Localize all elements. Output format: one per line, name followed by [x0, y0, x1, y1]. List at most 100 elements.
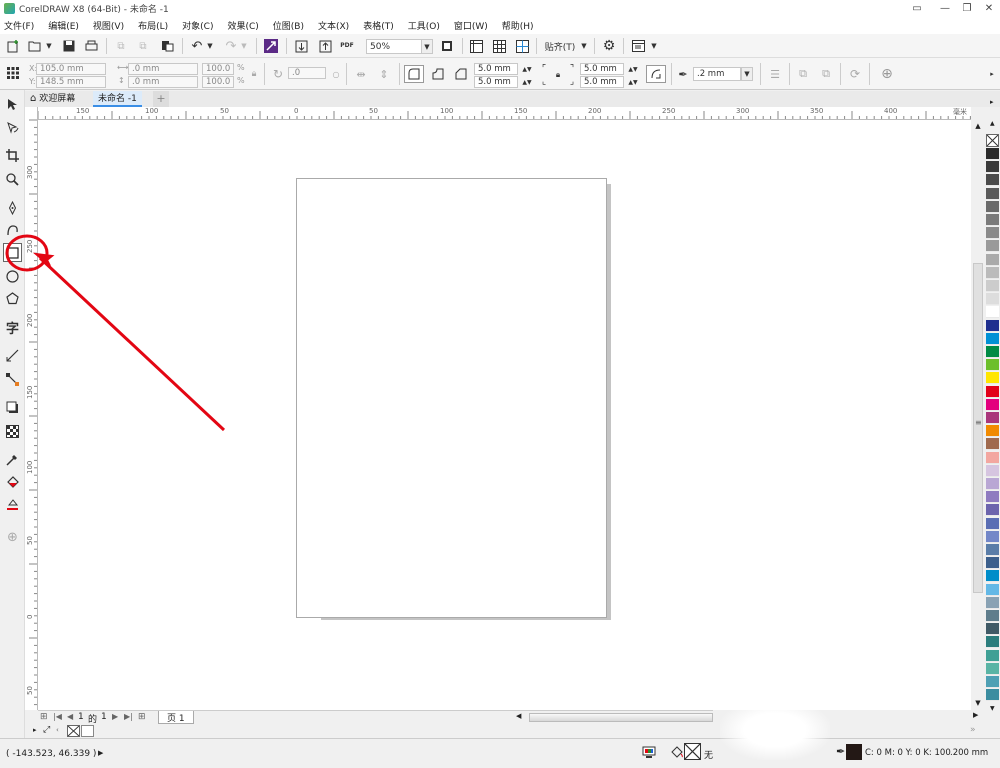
palette-swatch[interactable]	[986, 596, 999, 609]
menu-text[interactable]: 文本(X)	[318, 19, 349, 32]
minimize-button[interactable]: —	[934, 0, 956, 17]
height-field[interactable]: .0 mm	[128, 76, 198, 88]
menu-help[interactable]: 帮助(H)	[502, 19, 534, 32]
no-color-swatch[interactable]	[986, 134, 999, 147]
first-page-icon[interactable]: |◀	[53, 712, 62, 721]
zoom-level-field[interactable]: 50%	[366, 39, 422, 54]
menu-tools[interactable]: 工具(O)	[408, 19, 440, 32]
palette-swatch[interactable]	[986, 464, 999, 477]
page-1-tab[interactable]: 页 1	[158, 711, 194, 724]
artistic-media-tool-icon[interactable]	[3, 221, 22, 240]
options-gear-icon[interactable]: ⚙	[600, 37, 618, 55]
previous-page-icon[interactable]: ◀	[67, 712, 73, 721]
palette-swatch[interactable]	[986, 332, 999, 345]
palette-expand-icon[interactable]: ▸	[990, 98, 994, 106]
palette-swatch[interactable]	[986, 649, 999, 662]
palette-swatch[interactable]	[986, 187, 999, 200]
horizontal-scrollbar[interactable]: ◀	[513, 710, 713, 724]
palette-swatch[interactable]	[986, 253, 999, 266]
palette-swatch[interactable]	[986, 676, 999, 688]
palette-swatch[interactable]	[986, 570, 999, 583]
last-page-icon[interactable]: ▶|	[124, 712, 133, 721]
show-rulers-icon[interactable]	[467, 37, 485, 55]
doc-palette-menu-icon[interactable]: ▸	[33, 726, 37, 734]
text-tool-icon[interactable]: 字	[3, 318, 22, 337]
import-icon[interactable]	[292, 37, 310, 55]
relative-corner-scaling-icon[interactable]	[646, 65, 666, 83]
palette-swatch[interactable]	[986, 610, 999, 622]
palette-swatch[interactable]	[986, 319, 999, 332]
scroll-up-icon[interactable]: ▲	[973, 122, 983, 132]
application-launcher-icon[interactable]	[629, 37, 647, 55]
cut-icon[interactable]: ⧉	[112, 37, 130, 55]
corner-bl-spinner-icon[interactable]: ▲▼	[518, 76, 536, 88]
doc-palette-scroll-icon[interactable]: ‹	[56, 726, 59, 734]
undo-icon[interactable]: ↶	[188, 37, 206, 55]
palette-swatch[interactable]	[986, 491, 999, 504]
scale-x-field[interactable]: 100.0	[202, 63, 234, 75]
chamfer-corner-icon[interactable]	[451, 65, 471, 83]
mirror-vertical-icon[interactable]: ⇕	[375, 65, 393, 83]
palette-swatch[interactable]	[986, 504, 999, 517]
new-document-icon[interactable]	[4, 37, 22, 55]
to-front-icon[interactable]: ⧉	[794, 65, 812, 83]
lock-ratio-icon[interactable]: 🔒︎	[248, 65, 260, 83]
corner-top-left-field[interactable]: 5.0 mm	[474, 63, 518, 75]
palette-swatch[interactable]	[986, 583, 999, 596]
add-quick-customize-icon[interactable]: ⊕	[878, 65, 896, 83]
palette-swatch[interactable]	[986, 425, 999, 438]
scroll-right-icon[interactable]: ▶	[973, 711, 978, 719]
palette-swatch[interactable]	[986, 306, 999, 319]
tab-untitled-document[interactable]: 未命名 -1	[93, 91, 142, 107]
drop-shadow-tool-icon[interactable]	[3, 398, 22, 417]
corner-tl-spinner-icon[interactable]: ▲▼	[518, 63, 536, 75]
menu-effects[interactable]: 效果(C)	[227, 19, 258, 32]
palette-swatch[interactable]	[986, 372, 999, 385]
palette-swatch[interactable]	[986, 227, 999, 240]
menu-table[interactable]: 表格(T)	[363, 19, 394, 32]
snap-dropdown-icon[interactable]: ▼	[579, 37, 589, 55]
palette-swatch[interactable]	[986, 280, 999, 292]
object-origin-icon[interactable]	[4, 64, 22, 82]
palette-swatch[interactable]	[986, 148, 999, 160]
doc-palette-white-swatch[interactable]	[81, 725, 94, 737]
zoom-dropdown-icon[interactable]: ▼	[421, 39, 433, 54]
publish-pdf-icon[interactable]: PDF	[338, 36, 356, 54]
undo-dropdown-icon[interactable]: ▼	[205, 37, 215, 55]
crop-tool-icon[interactable]	[3, 146, 22, 165]
save-icon[interactable]	[60, 37, 78, 55]
palette-swatch[interactable]	[986, 451, 999, 464]
parallel-dimension-tool-icon[interactable]	[3, 346, 22, 365]
scalloped-corner-icon[interactable]	[428, 65, 448, 83]
scroll-left-icon[interactable]: ◀	[516, 712, 521, 720]
rectangle-tool-icon[interactable]	[3, 243, 22, 262]
search-content-icon[interactable]	[262, 37, 280, 55]
maximize-button[interactable]: ❐	[956, 0, 978, 17]
palette-swatch[interactable]	[986, 200, 999, 213]
palette-swatch[interactable]	[986, 214, 999, 226]
export-icon[interactable]	[316, 37, 334, 55]
doc-palette-no-color-swatch[interactable]	[67, 725, 80, 737]
document-page[interactable]	[296, 178, 607, 618]
palette-swatch[interactable]	[986, 623, 999, 636]
palette-swatch[interactable]	[986, 478, 999, 490]
palette-swatch[interactable]	[986, 359, 999, 372]
x-position-field[interactable]: 105.0 mm	[36, 63, 106, 75]
mirror-horizontal-icon[interactable]: ⇹	[352, 65, 370, 83]
palette-swatch[interactable]	[986, 385, 999, 398]
palette-swatch[interactable]	[986, 346, 999, 358]
lock-corners-icon[interactable]: 🔒︎	[552, 69, 564, 81]
angle-field[interactable]: .0	[288, 67, 326, 79]
palette-swatch[interactable]	[986, 517, 999, 530]
add-document-tab-button[interactable]: +	[153, 91, 169, 107]
scroll-down-icon[interactable]: ▼	[973, 699, 983, 709]
show-guidelines-icon[interactable]	[513, 37, 531, 55]
convert-to-curves-icon[interactable]: ⟳	[846, 65, 864, 83]
palette-swatch[interactable]	[986, 161, 999, 174]
palette-swatch[interactable]	[986, 398, 999, 411]
text-wrap-icon[interactable]: ☰	[766, 65, 784, 83]
palette-swatch[interactable]	[986, 293, 999, 306]
polygon-tool-icon[interactable]	[3, 289, 22, 308]
fill-none-swatch[interactable]	[684, 743, 701, 760]
redo-dropdown-icon[interactable]: ▼	[239, 37, 249, 55]
